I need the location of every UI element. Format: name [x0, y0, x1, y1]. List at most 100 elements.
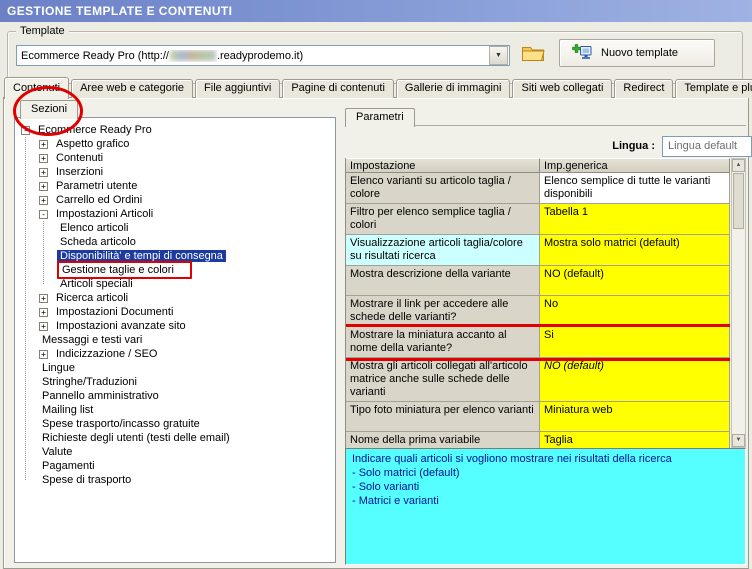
tree-item-impostazioni-documenti[interactable]: Impostazioni Documenti [53, 306, 176, 318]
tree-item-impostazioni-avanzate-sito[interactable]: Impostazioni avanzate sito [53, 320, 189, 332]
language-select[interactable]: Lingua default [662, 136, 752, 157]
tab-aree-web-e-categorie[interactable]: Aree web e categorie [71, 79, 194, 98]
parameter-row: Tipo foto miniatura per elenco varianti M… [346, 402, 730, 432]
tree-item-spese-di-trasporto[interactable]: Spese di trasporto [39, 474, 134, 486]
language-label: Lingua : [612, 140, 655, 152]
tree-row: Lingue [15, 361, 335, 375]
tree-row: + Aspetto grafico [15, 137, 335, 151]
setting-cell[interactable]: Mostrare la miniatura accanto al nome de… [346, 327, 540, 358]
tree-item-pagamenti[interactable]: Pagamenti [39, 460, 98, 472]
tree-item-spese-trasporto-incasso-gratuite[interactable]: Spese trasporto/incasso gratuite [39, 418, 203, 430]
scrollbar-thumb[interactable] [733, 173, 744, 229]
value-cell[interactable]: Taglia [540, 432, 730, 448]
nuovo-template-button[interactable]: Nuovo template [559, 39, 715, 67]
tree-item-pannello-amministrativo[interactable]: Pannello amministrativo [39, 390, 162, 402]
expand-plus-icon[interactable]: + [39, 321, 48, 331]
expand-plus-icon[interactable]: + [39, 307, 48, 317]
expand-plus-icon[interactable]: + [39, 139, 48, 149]
tree-item-ecommerce-ready-pro[interactable]: Ecommerce Ready Pro [35, 124, 155, 136]
setting-cell[interactable]: Mostrare il link per accedere alle sched… [346, 296, 540, 327]
tab-redirect[interactable]: Redirect [614, 79, 674, 98]
tree-item-stringhe-traduzioni[interactable]: Stringhe/Traduzioni [39, 376, 140, 388]
tree-row: + Impostazioni Documenti [15, 305, 335, 319]
tree-item-richieste-degli-utenti-testi-delle-email[interactable]: Richieste degli utenti (testi delle emai… [39, 432, 233, 444]
parameters-table: Impostazione Imp.generica Elenco variant… [345, 158, 730, 448]
value-cell[interactable]: NO (default) [540, 266, 730, 296]
tree-item-valute[interactable]: Valute [39, 446, 75, 458]
window-title: GESTIONE TEMPLATE E CONTENUTI [7, 4, 233, 18]
expand-plus-icon[interactable]: + [39, 293, 48, 303]
tree-row: Scheda articolo [15, 235, 335, 249]
parameter-row: Visualizzazione articoli taglia/colore s… [346, 235, 730, 266]
tree-row: + Ricerca articoli [15, 291, 335, 305]
tree-item-inserzioni[interactable]: Inserzioni [53, 166, 106, 178]
tree-item-carrello-ed-ordini[interactable]: Carrello ed Ordini [53, 194, 145, 206]
tree-row: Stringhe/Traduzioni [15, 375, 335, 389]
title-bar: GESTIONE TEMPLATE E CONTENUTI [0, 0, 752, 22]
collapse-minus-icon[interactable]: - [39, 209, 48, 219]
setting-cell[interactable]: Tipo foto miniatura per elenco varianti [346, 402, 540, 432]
value-cell[interactable]: Miniatura web [540, 402, 730, 432]
value-cell[interactable]: Si [540, 327, 730, 358]
tab-pagine-di-contenuti[interactable]: Pagine di contenuti [282, 79, 394, 98]
chevron-down-icon[interactable]: ▼ [489, 46, 508, 65]
expand-plus-icon[interactable]: + [39, 181, 48, 191]
tree-row: Spese trasporto/incasso gratuite [15, 417, 335, 431]
tree-row: + Inserzioni [15, 165, 335, 179]
scroll-down-icon[interactable]: ▼ [732, 434, 745, 447]
tree-row: + Impostazioni avanzate sito [15, 319, 335, 333]
main-tabs: Contenuti Aree web e categorie File aggiun… [4, 77, 752, 99]
tab-parametri[interactable]: Parametri [345, 108, 415, 127]
setting-cell[interactable]: Mostra descrizione della variante [346, 266, 540, 296]
tab-sezioni[interactable]: Sezioni [20, 100, 79, 119]
sections-tree-panel: - Ecommerce Ready Pro + Aspetto grafico + Con… [14, 117, 336, 563]
tree-item-articoli-speciali[interactable]: Articoli speciali [57, 278, 136, 290]
tree-row: Pagamenti [15, 459, 335, 473]
expand-plus-icon[interactable]: + [39, 195, 48, 205]
template-select[interactable]: Ecommerce Ready Pro (http://.readyprodem… [16, 45, 510, 66]
value-cell[interactable]: Mostra solo matrici (default) [540, 235, 730, 266]
value-cell[interactable]: No [540, 296, 730, 327]
tree-item-mailing-list[interactable]: Mailing list [39, 404, 96, 416]
open-template-folder-button[interactable] [518, 42, 548, 67]
tab-gallerie-di-immagini[interactable]: Gallerie di immagini [395, 79, 511, 98]
tab-siti-web-collegati[interactable]: Siti web collegati [512, 79, 613, 98]
setting-cell[interactable]: Nome della prima variabile [346, 432, 540, 448]
expand-plus-icon[interactable]: + [39, 167, 48, 177]
tree-item-gestione-taglie-e-colori[interactable]: Gestione taglie e colori [57, 261, 192, 279]
setting-cell[interactable]: Mostra gli articoli collegati all'artico… [346, 358, 540, 402]
tree-item-aspetto-grafico[interactable]: Aspetto grafico [53, 138, 132, 150]
gestione-template-window: GESTIONE TEMPLATE E CONTENUTI Template E… [0, 0, 752, 569]
value-cell[interactable]: Elenco semplice di tutte le varianti dis… [540, 173, 730, 204]
info-line: - Matrici e varianti [352, 495, 439, 507]
tree-row: + Carrello ed Ordini [15, 193, 335, 207]
tree-item-lingue[interactable]: Lingue [39, 362, 78, 374]
nuovo-template-label: Nuovo template [601, 47, 679, 59]
expand-plus-icon[interactable]: + [39, 349, 48, 359]
tree-item-scheda-articolo[interactable]: Scheda articolo [57, 236, 139, 248]
value-cell[interactable]: Tabella 1 [540, 204, 730, 235]
table-scrollbar[interactable]: ▲ ▼ [731, 158, 746, 448]
expand-plus-icon[interactable]: + [39, 153, 48, 163]
scroll-up-icon[interactable]: ▲ [732, 159, 745, 172]
tree-item-ricerca-articoli[interactable]: Ricerca articoli [53, 292, 131, 304]
tree-row: Pannello amministrativo [15, 389, 335, 403]
tree-item-impostazioni-articoli[interactable]: Impostazioni Articoli [53, 208, 156, 220]
setting-cell[interactable]: Elenco varianti su articolo taglia / col… [346, 173, 540, 204]
setting-cell[interactable]: Visualizzazione articoli taglia/colore s… [346, 235, 540, 266]
header-impostazione: Impostazione [346, 158, 540, 173]
setting-cell[interactable]: Filtro per elenco semplice taglia / colo… [346, 204, 540, 235]
tab-file-aggiuntivi[interactable]: File aggiuntivi [195, 79, 281, 98]
tab-contenuti[interactable]: Contenuti [4, 77, 70, 99]
tree-item-contenuti[interactable]: Contenuti [53, 152, 106, 164]
tree-item-elenco-articoli[interactable]: Elenco articoli [57, 222, 131, 234]
template-group-label: Template [16, 25, 69, 37]
tree-item-messaggi-e-testi-vari[interactable]: Messaggi e testi vari [39, 334, 145, 346]
tree-item-parametri-utente[interactable]: Parametri utente [53, 180, 140, 192]
tree-row: Elenco articoli [15, 221, 335, 235]
value-cell[interactable]: NO (default) [540, 358, 730, 402]
collapse-minus-icon[interactable]: - [21, 125, 30, 135]
tab-template-e-plugins[interactable]: Template e plugins [675, 79, 752, 98]
parameters-table-header: Impostazione Imp.generica [346, 158, 730, 173]
tree-item-indicizzazione-seo[interactable]: Indicizzazione / SEO [53, 348, 161, 360]
